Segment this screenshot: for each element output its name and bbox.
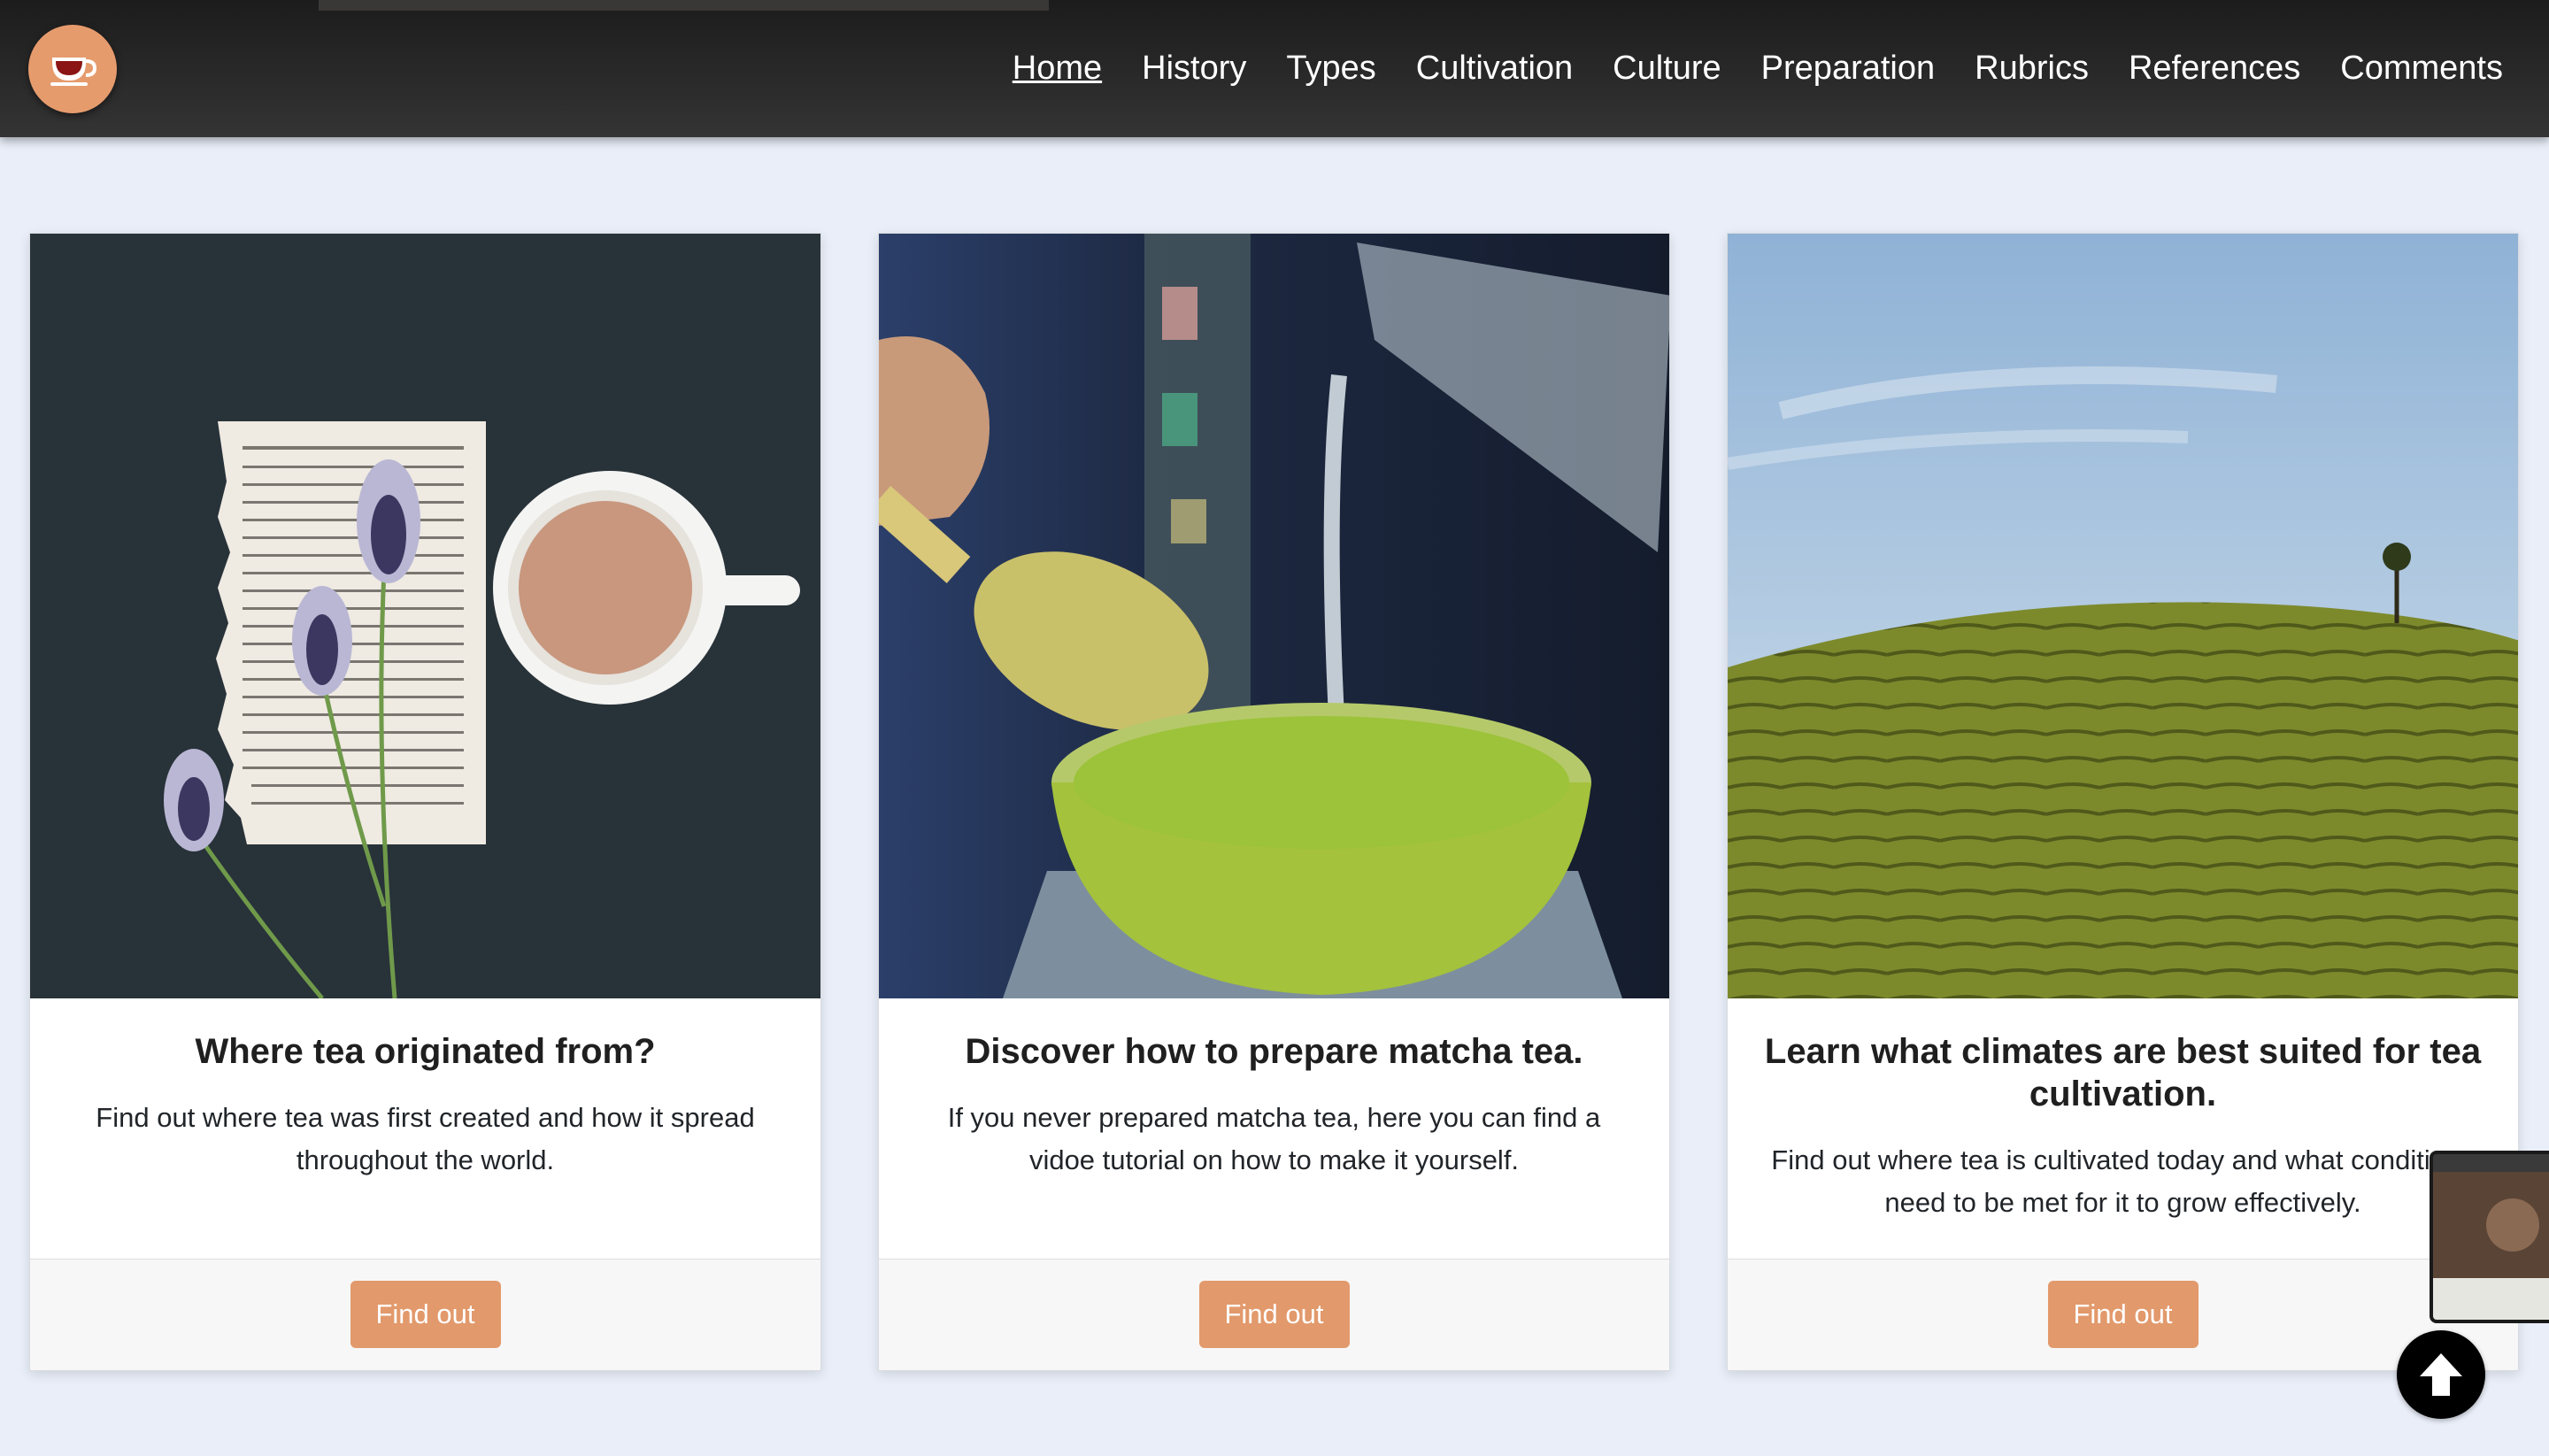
nav-preparation-link[interactable]: Preparation: [1761, 46, 1935, 90]
arrow-up-icon[interactable]: [2397, 1330, 2485, 1419]
teacup-logo-icon[interactable]: [28, 25, 117, 113]
nav-history-link[interactable]: History: [1142, 46, 1246, 90]
tea-cup-and-book-image: [30, 234, 820, 998]
window-thumbnail-icon[interactable]: [2430, 1151, 2549, 1323]
card-text: Find out where tea is cultivated today a…: [1771, 1144, 2475, 1218]
matcha-preparation-image: [879, 234, 1669, 998]
nav-culture-link[interactable]: Culture: [1613, 46, 1721, 90]
card-title: Where tea originated from?: [195, 1032, 656, 1071]
card-matcha: Discover how to prepare matcha tea. If y…: [878, 233, 1670, 1371]
nav-references-link[interactable]: References: [2129, 46, 2300, 90]
nav-home-link[interactable]: Home: [1013, 46, 1102, 90]
tea-plantation-hill-image: [1728, 234, 2518, 998]
nav-cultivation-link[interactable]: Cultivation: [1416, 46, 1573, 90]
nav-rubrics-link[interactable]: Rubrics: [1975, 46, 2089, 90]
card-title: Discover how to prepare matcha tea.: [965, 1032, 1583, 1071]
navbar: Home History Types Cultivation Culture P…: [0, 0, 2549, 137]
nav-comments-link[interactable]: Comments: [2340, 46, 2503, 90]
find-out-button[interactable]: Find out: [1198, 1281, 1350, 1348]
card-cultivation: Learn what climates are best suited for …: [1727, 233, 2519, 1371]
card-tea-origin: Where tea originated from? Find out wher…: [29, 233, 821, 1371]
card-footer: Find out: [879, 1259, 1669, 1370]
nav-links: Home History Types Cultivation Culture P…: [973, 46, 2503, 90]
card-title: Learn what climates are best suited for …: [1764, 1032, 2482, 1113]
find-out-button[interactable]: Find out: [2047, 1281, 2199, 1348]
nav-top-strip: [319, 0, 1049, 11]
nav-types-link[interactable]: Types: [1286, 46, 1375, 90]
card-text: Find out where tea was first created and…: [96, 1102, 755, 1175]
card-text: If you never prepared matcha tea, here y…: [947, 1102, 1601, 1175]
find-out-button[interactable]: Find out: [350, 1281, 501, 1348]
card-footer: Find out: [1728, 1259, 2518, 1370]
card-footer: Find out: [30, 1259, 820, 1370]
